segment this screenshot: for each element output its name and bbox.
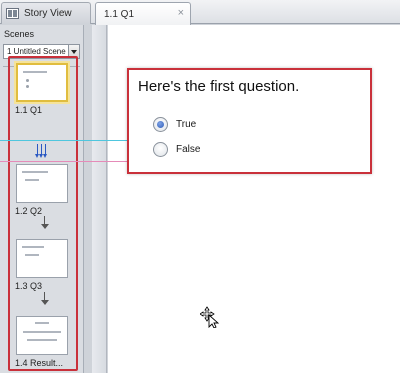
choice-false[interactable]: False	[153, 142, 200, 157]
slide-thumbnail-label: 1.4 Result...	[15, 358, 64, 368]
story-view-icon	[6, 8, 19, 19]
branch-arrow-icon	[40, 292, 49, 306]
vertical-ruler	[92, 25, 107, 373]
scenes-label: Scenes	[4, 29, 35, 39]
choice-label: True	[176, 119, 197, 130]
tab-bar: Story View 1.1 Q1 ×	[0, 0, 400, 25]
radio-button-checked[interactable]	[153, 117, 168, 132]
tab-slide-q1[interactable]: 1.1 Q1 ×	[95, 2, 191, 25]
question-text: Here's the first question.	[138, 78, 300, 95]
alignment-guide	[0, 161, 128, 162]
choice-true[interactable]: True	[153, 117, 196, 132]
slide-thumbnail[interactable]	[16, 316, 68, 355]
close-icon[interactable]: ×	[178, 7, 184, 19]
slide-thumbnail-label: 1.1 Q1	[15, 105, 43, 115]
choice-label: False	[176, 144, 201, 155]
radio-button[interactable]	[153, 142, 168, 157]
slide-thumbnail-label: 1.2 Q2	[15, 206, 43, 216]
alignment-guide	[0, 140, 128, 141]
scene-selector-value: 1 Untitled Scene	[7, 47, 66, 56]
tab-story-view-label: Story View	[24, 8, 72, 19]
move-cursor-icon	[200, 306, 220, 328]
tab-slide-q1-label: 1.1 Q1	[104, 8, 135, 20]
tab-story-view[interactable]: Story View	[1, 2, 91, 24]
branch-arrow-icon	[40, 216, 49, 230]
branch-arrow-icon	[34, 144, 50, 160]
slide-thumbnail[interactable]	[16, 63, 68, 102]
slide-thumbnail[interactable]	[16, 164, 68, 203]
slide-thumbnail-label: 1.3 Q3	[15, 281, 43, 291]
slide-thumbnail-list: 1.1 Q1 1.2 Q2 1.3 Q3 1.4 Result...	[8, 56, 78, 371]
slide-thumbnail[interactable]	[16, 239, 68, 278]
question-box[interactable]: Here's the first question. True False	[127, 68, 372, 174]
